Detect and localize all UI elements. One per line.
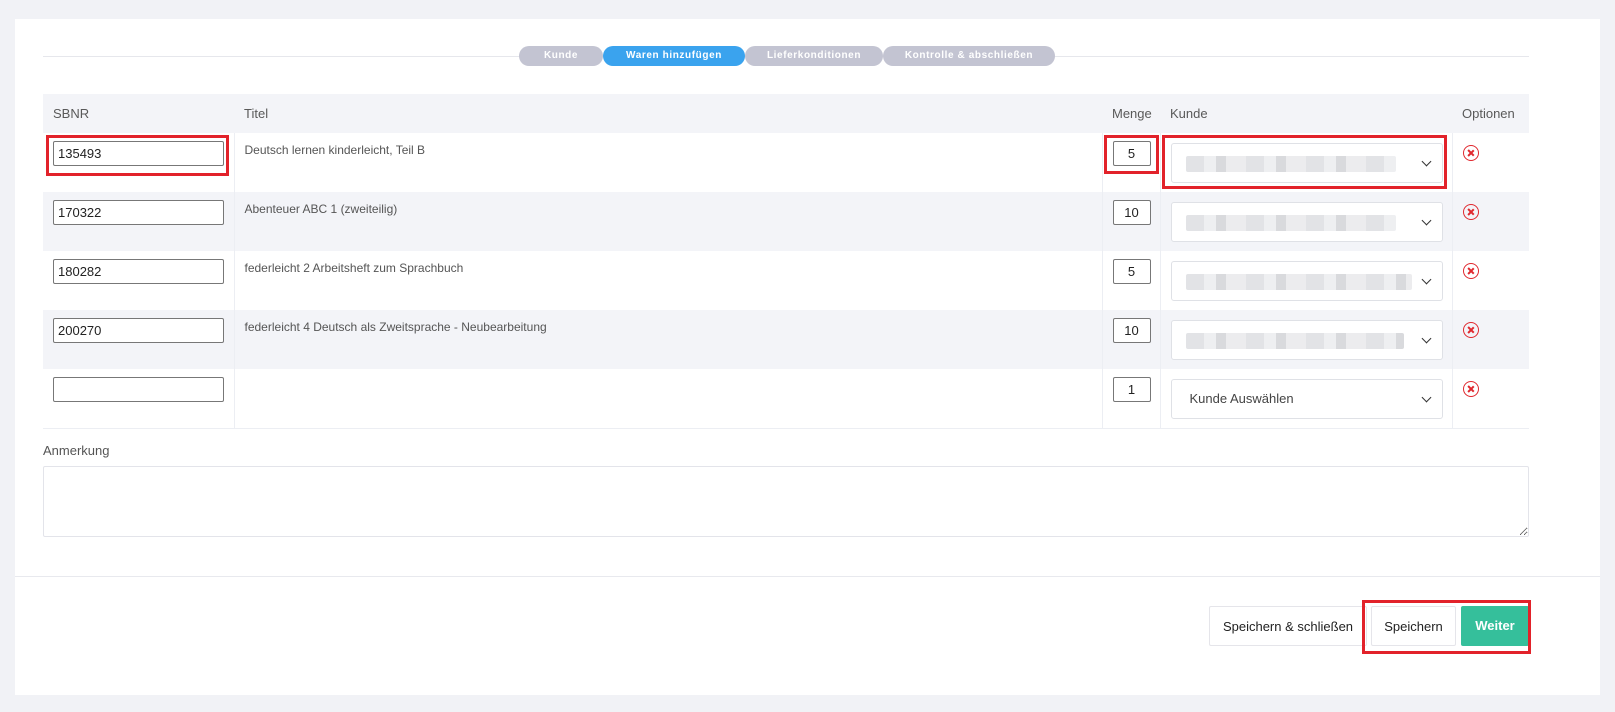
items-table: SBNR Titel Menge Kunde Optionen Deutsch …: [43, 94, 1529, 429]
menge-cell: [1102, 251, 1161, 310]
sbnr-input[interactable]: [53, 318, 224, 343]
title-cell: Deutsch lernen kinderleicht, Teil B: [234, 133, 1103, 192]
remove-circle-x-icon[interactable]: [1462, 204, 1479, 220]
redacted-customer: [1185, 274, 1412, 290]
remove-circle-x-icon[interactable]: [1462, 145, 1479, 161]
remove-circle-x-icon[interactable]: [1462, 263, 1479, 279]
redacted-customer: [1185, 156, 1396, 172]
options-cell: [1452, 192, 1529, 251]
redacted-customer: [1185, 215, 1396, 231]
sbnr-input[interactable]: [53, 200, 224, 225]
menge-input[interactable]: [1112, 318, 1151, 343]
kunde-cell: [1160, 251, 1453, 310]
kunde-cell: [1160, 310, 1453, 369]
menge-cell: [1102, 369, 1161, 429]
sbnr-input[interactable]: [53, 259, 224, 284]
header-optionen: Optionen: [1452, 94, 1529, 133]
kunde-select[interactable]: Kunde Auswählen: [1170, 379, 1443, 419]
options-cell: [1452, 251, 1529, 310]
chevron-down-icon: [1421, 215, 1431, 226]
kunde-select[interactable]: [1170, 261, 1443, 301]
save-button[interactable]: Speichern: [1371, 606, 1456, 646]
chevron-down-icon: [1421, 392, 1431, 403]
header-menge: Menge: [1102, 94, 1160, 133]
wizard-stepper: Kunde Waren hinzufügen Lieferkonditionen…: [519, 46, 1055, 66]
step-waren-hinzufuegen[interactable]: Waren hinzufügen: [603, 46, 745, 66]
menge-cell: [1102, 133, 1161, 192]
footer-divider: [15, 576, 1600, 577]
table-row: Kunde Auswählen: [43, 369, 1529, 429]
menge-cell: [1102, 310, 1161, 369]
sbnr-cell: [43, 251, 235, 310]
chevron-down-icon: [1421, 274, 1431, 285]
menge-input[interactable]: [1112, 141, 1151, 166]
kunde-select-value: Kunde Auswählen: [1189, 391, 1294, 406]
sbnr-cell: [43, 310, 235, 369]
title-cell: federleicht 4 Deutsch als Zweitsprache -…: [234, 310, 1103, 369]
kunde-cell: Kunde Auswählen: [1160, 369, 1453, 429]
title-text: [245, 377, 1102, 379]
header-titel: Titel: [234, 94, 1102, 133]
table-row: Deutsch lernen kinderleicht, Teil B: [43, 133, 1529, 192]
step-kontrolle-abschliessen[interactable]: Kontrolle & abschließen: [883, 46, 1055, 66]
remove-circle-x-icon[interactable]: [1462, 381, 1479, 397]
kunde-cell: [1160, 133, 1453, 192]
menge-input[interactable]: [1112, 259, 1151, 284]
chevron-down-icon: [1421, 333, 1431, 344]
table-row: Abenteuer ABC 1 (zweiteilig): [43, 192, 1529, 251]
header-sbnr: SBNR: [43, 94, 234, 133]
step-lieferkonditionen[interactable]: Lieferkonditionen: [745, 46, 883, 66]
kunde-cell: [1160, 192, 1453, 251]
sbnr-cell: [43, 133, 235, 192]
save-and-close-button[interactable]: Speichern & schließen: [1209, 606, 1367, 646]
remark-textarea[interactable]: [43, 466, 1529, 537]
options-cell: [1452, 310, 1529, 369]
title-cell: federleicht 2 Arbeitsheft zum Sprachbuch: [234, 251, 1103, 310]
remove-circle-x-icon[interactable]: [1462, 322, 1479, 338]
title-text: Deutsch lernen kinderleicht, Teil B: [244, 143, 426, 157]
redacted-customer: [1185, 333, 1404, 349]
options-cell: [1452, 369, 1529, 429]
sbnr-input[interactable]: [53, 377, 224, 402]
order-card: Kunde Waren hinzufügen Lieferkonditionen…: [15, 19, 1600, 695]
table-row: federleicht 2 Arbeitsheft zum Sprachbuch: [43, 251, 1529, 310]
title-cell: Abenteuer ABC 1 (zweiteilig): [234, 192, 1103, 251]
options-cell: [1452, 133, 1529, 192]
sbnr-input[interactable]: [53, 141, 224, 166]
sbnr-cell: [43, 369, 235, 429]
kunde-select[interactable]: [1170, 320, 1443, 360]
title-cell: [234, 369, 1103, 429]
kunde-select[interactable]: [1170, 143, 1443, 183]
title-text: federleicht 2 Arbeitsheft zum Sprachbuch: [244, 261, 464, 275]
remark-label: Anmerkung: [43, 443, 110, 458]
kunde-select[interactable]: [1170, 202, 1443, 242]
menge-input[interactable]: [1112, 377, 1151, 402]
sbnr-cell: [43, 192, 235, 251]
title-text: federleicht 4 Deutsch als Zweitsprache -…: [244, 320, 547, 334]
table-row: federleicht 4 Deutsch als Zweitsprache -…: [43, 310, 1529, 369]
next-button[interactable]: Weiter: [1461, 606, 1529, 646]
menge-input[interactable]: [1112, 200, 1151, 225]
title-text: Abenteuer ABC 1 (zweiteilig): [244, 202, 398, 216]
step-kunde[interactable]: Kunde: [519, 46, 603, 66]
menge-cell: [1102, 192, 1161, 251]
table-header-row: SBNR Titel Menge Kunde Optionen: [43, 94, 1529, 133]
chevron-down-icon: [1421, 156, 1431, 167]
header-kunde: Kunde: [1160, 94, 1452, 133]
